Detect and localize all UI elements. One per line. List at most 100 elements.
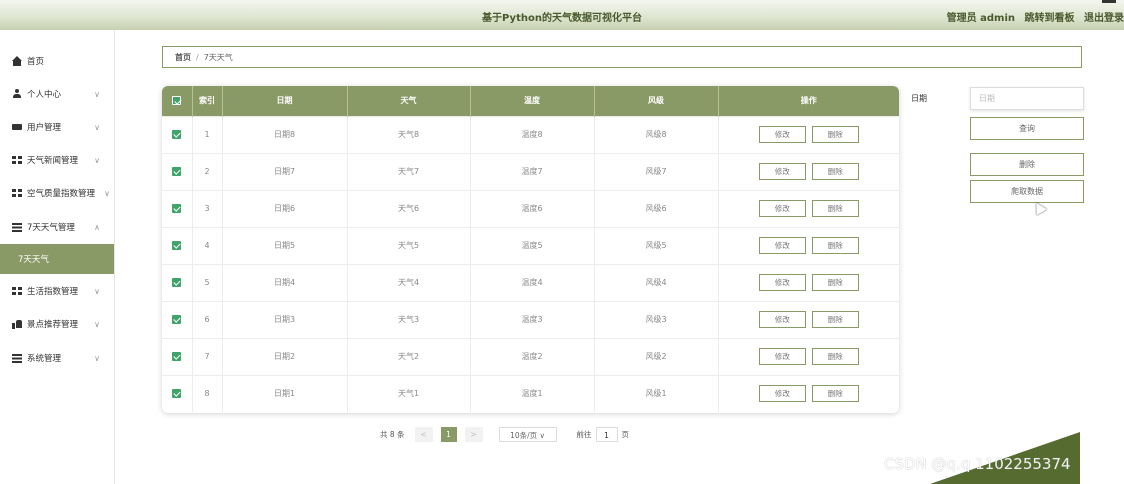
page-size-select[interactable]: 10条/页 ∨ (498, 426, 557, 442)
sidebar-item-label: 景点推荐管理 (27, 320, 79, 330)
cell-date: 日期1 (222, 375, 348, 412)
edit-button[interactable]: 修改 (758, 163, 806, 180)
logout-link[interactable]: 退出登录 (1084, 13, 1124, 24)
row-delete-button[interactable]: 删除 (811, 274, 859, 291)
row-select-cell[interactable] (162, 301, 193, 338)
row-checkbox[interactable] (172, 204, 182, 213)
edit-button[interactable]: 修改 (758, 200, 806, 217)
cell-temperature: 温度1 (470, 375, 595, 412)
cell-date: 日期4 (222, 264, 348, 301)
column-header-date: 日期 (222, 86, 348, 116)
edit-button[interactable]: 修改 (758, 348, 806, 365)
admin-label: 管理员 admin (946, 13, 1016, 24)
edit-button[interactable]: 修改 (758, 237, 806, 254)
prev-page-button[interactable]: < (414, 426, 433, 442)
date-search-input[interactable]: 日期 (970, 87, 1084, 110)
row-select-cell[interactable] (162, 116, 193, 153)
table-row: 3 日期6 天气6 温度6 风级6 修改 删除 (162, 190, 899, 227)
row-checkbox[interactable] (172, 315, 182, 324)
row-select-cell[interactable] (162, 338, 193, 375)
sidebar: 首页 个人中心 ∨ 用户管理 ∨ 天气新闻管理 ∨ 空气质量指数管理 ∨ 7天天… (0, 30, 115, 484)
column-header-index: 索引 (192, 86, 223, 116)
cell-actions: 修改 删除 (718, 227, 899, 264)
row-checkbox[interactable] (172, 241, 182, 250)
sidebar-item-home[interactable]: 首页 (0, 46, 114, 76)
sidebar-item-7day-weather[interactable]: 7天天气 (0, 244, 114, 274)
cell-wind: 风级2 (594, 338, 719, 375)
sidebar-item-attractions[interactable]: 景点推荐管理 ∨ (0, 309, 114, 339)
table-row: 4 日期5 天气5 温度5 风级5 修改 删除 (162, 227, 899, 264)
list-icon (12, 222, 22, 232)
cell-index: 2 (192, 153, 223, 190)
card-icon (12, 122, 22, 132)
table-header-row: 索引 日期 天气 温度 风级 操作 (162, 86, 899, 116)
row-checkbox[interactable] (172, 130, 182, 139)
sidebar-item-label: 个人中心 (27, 90, 62, 100)
list-icon (12, 353, 22, 363)
chevron-down-icon: ∨ (104, 189, 110, 198)
column-header-weather: 天气 (347, 86, 471, 116)
row-delete-button[interactable]: 删除 (811, 163, 859, 180)
next-page-button[interactable]: > (464, 426, 483, 442)
row-checkbox[interactable] (172, 389, 182, 399)
cell-wind: 风级8 (594, 116, 719, 153)
sidebar-item-system-management[interactable]: 系统管理 ∨ (0, 343, 114, 373)
select-all-checkbox[interactable] (172, 96, 182, 106)
cell-weather: 天气7 (347, 153, 471, 190)
sidebar-item-label: 空气质量指数管理 (27, 189, 96, 199)
breadcrumb-current: 7天天气 (203, 52, 233, 62)
delete-button[interactable]: 删除 (970, 153, 1084, 176)
breadcrumb-home[interactable]: 首页 (175, 52, 191, 63)
edit-button[interactable]: 修改 (758, 126, 806, 143)
row-checkbox[interactable] (172, 167, 182, 176)
fetch-data-button[interactable]: 爬取数据 (970, 180, 1084, 203)
query-button[interactable]: 查询 (970, 117, 1084, 140)
sidebar-item-label: 系统管理 (27, 354, 62, 364)
cell-index: 5 (192, 264, 223, 301)
cell-actions: 修改 删除 (718, 153, 899, 190)
cell-index: 6 (192, 301, 223, 338)
edit-button[interactable]: 修改 (758, 385, 806, 403)
cell-wind: 风级3 (594, 301, 719, 338)
cell-wind: 风级4 (594, 264, 719, 301)
row-delete-button[interactable]: 删除 (811, 385, 859, 403)
grid-icon (12, 188, 22, 198)
row-delete-button[interactable]: 删除 (811, 237, 859, 254)
sidebar-item-weather-news[interactable]: 天气新闻管理 ∨ (0, 145, 114, 175)
chevron-down-icon: ∨ (94, 90, 100, 99)
search-date-label: 日期 (911, 94, 927, 103)
sidebar-item-user-management[interactable]: 用户管理 ∨ (0, 112, 114, 142)
user-icon (12, 89, 22, 99)
column-header-actions: 操作 (800, 96, 817, 106)
row-delete-button[interactable]: 删除 (811, 311, 859, 328)
row-delete-button[interactable]: 删除 (811, 200, 859, 217)
goto-page-input[interactable]: 1 (595, 426, 618, 442)
row-select-cell[interactable] (162, 375, 193, 412)
select-all-cell[interactable] (162, 86, 193, 116)
row-checkbox[interactable] (172, 352, 182, 361)
row-select-cell[interactable] (162, 264, 193, 301)
row-checkbox[interactable] (172, 278, 182, 287)
row-delete-button[interactable]: 删除 (811, 126, 859, 143)
row-select-cell[interactable] (162, 190, 193, 227)
cell-temperature: 温度4 (470, 264, 595, 301)
sidebar-item-label: 7天天气 (18, 255, 49, 265)
table-row: 6 日期3 天气3 温度3 风级3 修改 删除 (162, 301, 899, 338)
table-row: 1 日期8 天气8 温度8 风级8 修改 删除 (162, 116, 899, 153)
cell-temperature: 温度5 (470, 227, 595, 264)
sidebar-item-7day-weather-management[interactable]: 7天天气管理 ∧ (0, 212, 114, 242)
sidebar-item-label: 用户管理 (27, 123, 62, 133)
edit-button[interactable]: 修改 (758, 311, 806, 328)
dashboard-link[interactable]: 跳转到看板 (1025, 13, 1075, 24)
column-header-temperature: 温度 (470, 86, 595, 116)
sidebar-item-life-index[interactable]: 生活指数管理 ∨ (0, 276, 114, 306)
edit-button[interactable]: 修改 (758, 274, 806, 291)
row-select-cell[interactable] (162, 153, 193, 190)
cell-weather: 天气2 (347, 338, 471, 375)
thumb-icon (12, 319, 22, 329)
row-delete-button[interactable]: 删除 (811, 348, 859, 365)
sidebar-item-personal-center[interactable]: 个人中心 ∨ (0, 79, 114, 109)
row-select-cell[interactable] (162, 227, 193, 264)
page-1-button[interactable]: 1 (440, 426, 457, 442)
sidebar-item-air-quality[interactable]: 空气质量指数管理 ∨ (0, 178, 114, 208)
